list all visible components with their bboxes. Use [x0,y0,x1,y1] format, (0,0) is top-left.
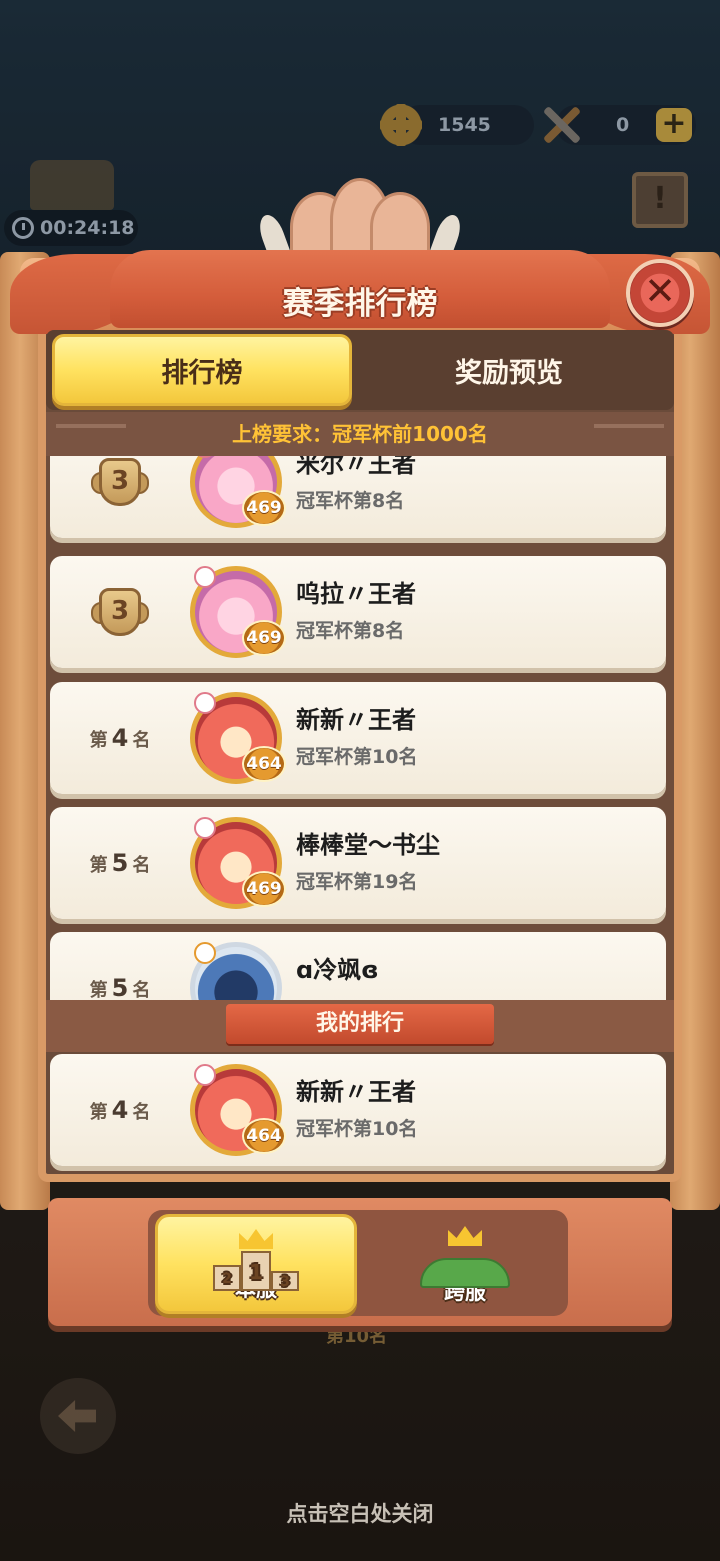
server-switch-bar [48,1198,672,1326]
player-name: 棒棒堂〜书尘 [296,831,440,859]
list-item[interactable]: 第5名 ɑ冷飒ɞ [50,932,666,1000]
local-server-button[interactable]: 2 1 3 本服 [155,1214,357,1314]
requirement-banner: 上榜要求：冠军杯前1000名 [46,412,674,456]
panel-crest [255,172,465,262]
rank-column: 第4名 [50,1054,190,1166]
tab-reward-preview[interactable]: 奖励预览 [352,330,666,410]
level-badge: 469 [242,871,286,907]
rank-column: 3 [50,556,190,668]
rank-label: 第4名 [89,724,151,752]
list-item[interactable]: 3 469 米尔〃王者 冠军杯第8名 [50,456,666,538]
level-badge: 464 [242,1118,286,1154]
player-avatar [190,942,282,1000]
level-badge: 464 [242,746,286,782]
add-tools-button[interactable]: + [656,108,692,142]
player-avatar: 469 [190,817,286,909]
podium-icon: 2 1 3 [211,1229,301,1291]
player-name: 呜拉〃王者 [296,580,416,608]
rank-label: 第5名 [89,849,151,877]
rank-column: 第4名 [50,682,190,794]
player-cup-rank: 冠军杯第19名 [296,871,418,893]
rank-label: 第5名 [89,974,151,1000]
player-name: 米尔〃王者 [296,456,416,478]
player-avatar: 464 [190,692,286,784]
player-cup-rank: 冠军杯第8名 [296,490,405,512]
player-cup-rank: 冠军杯第10名 [296,746,418,768]
chest-icon [30,160,114,210]
player-cup-rank: 冠军杯第10名 [296,1118,418,1140]
player-name: ɑ冷飒ɞ [296,956,379,984]
rank-column: 3 [50,456,190,538]
timer-text: 00:24:18 [40,217,135,239]
gear-count: 1545 [438,114,491,136]
player-name: 新新〃王者 [296,1078,416,1106]
player-avatar: 469 [190,456,286,528]
panel-tabs: 排行榜 奖励预览 [46,330,674,410]
notice-scroll-icon[interactable]: ! [632,172,688,228]
my-rank-card[interactable]: 第4名 464 新新〃王者 冠军杯第10名 [50,1054,666,1166]
level-badge: 469 [242,490,286,526]
crown-icon [448,1226,482,1246]
list-item[interactable]: 第4名 464 新新〃王者 冠军杯第10名 [50,682,666,794]
tools-icon [538,102,584,148]
list-item[interactable]: 3 469 呜拉〃王者 冠军杯第8名 [50,556,666,668]
leaderboard-list[interactable]: 3 469 米尔〃王者 冠军杯第8名 3 469 呜拉〃王者 冠军杯第8名 第4… [46,456,674,1000]
requirement-text: 上榜要求：冠军杯前1000名 [232,422,488,446]
close-icon: ✕ [644,269,676,313]
player-avatar: 464 [190,1064,286,1156]
gear-icon [378,102,424,148]
player-name: 新新〃王者 [296,706,416,734]
crown-icon [239,1229,273,1249]
close-button[interactable]: ✕ [626,259,694,327]
cross-server-button[interactable]: 跨服 [364,1214,566,1314]
cross-server-icon [420,1226,510,1288]
tap-to-close-hint: 点击空白处关闭 [286,1502,434,1526]
panel-title: 赛季排行榜 [282,286,438,322]
level-badge: 469 [242,620,286,656]
rank-medal-icon: 3 [91,456,149,508]
rank-column: 第5名 [50,807,190,919]
rank-label: 第4名 [89,1096,151,1124]
list-item[interactable]: 第5名 469 棒棒堂〜书尘 冠军杯第19名 [50,807,666,919]
rank-column: 第5名 [50,932,190,1000]
player-avatar: 469 [190,566,286,658]
my-rank-header: 我的排行 [226,1004,494,1044]
tools-count: 0 [616,114,630,136]
event-timer: 00:24:18 [4,210,138,246]
player-cup-rank: 冠军杯第8名 [296,620,405,642]
rank-medal-icon: 3 [91,586,149,638]
tab-leaderboard[interactable]: 排行榜 [52,334,352,406]
clock-icon [12,217,34,239]
back-arrow-icon[interactable] [40,1378,116,1454]
